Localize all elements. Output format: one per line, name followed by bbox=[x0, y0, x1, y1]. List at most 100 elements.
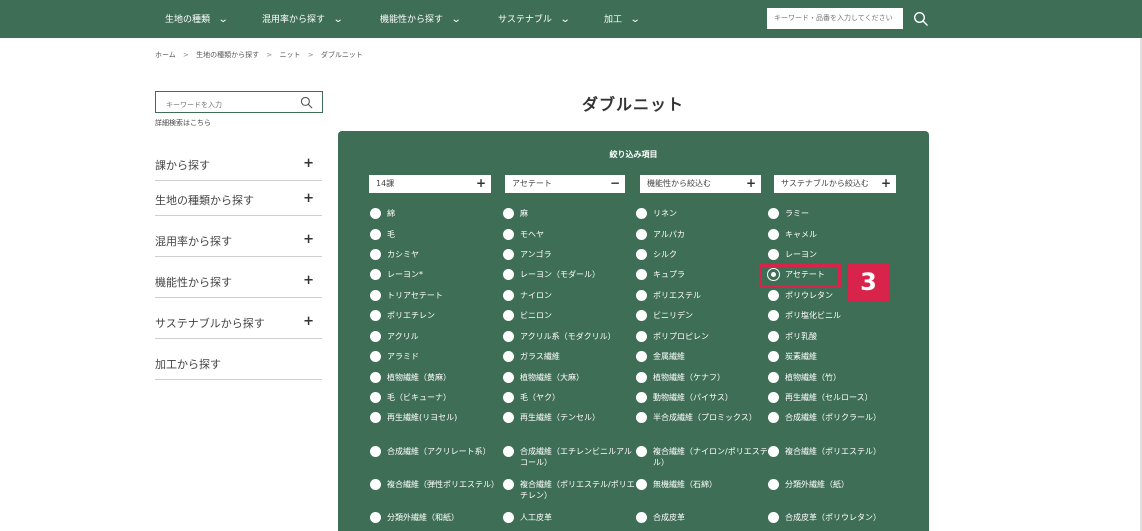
radio-icon[interactable] bbox=[768, 372, 779, 383]
radio-icon[interactable] bbox=[636, 351, 647, 362]
material-option[interactable]: ポリエチレン bbox=[370, 309, 494, 323]
material-option[interactable]: 毛（ビキューナ） bbox=[370, 391, 494, 405]
radio-icon[interactable] bbox=[370, 208, 381, 219]
material-option[interactable]: ビニリデン bbox=[636, 309, 760, 323]
radio-icon[interactable] bbox=[768, 229, 779, 240]
nav-functionality[interactable]: 機能性から探す ⌄ bbox=[380, 12, 462, 25]
material-option[interactable]: 複合繊維（ポリエステル/ポリエチレン） bbox=[503, 478, 635, 500]
nav-processing[interactable]: 加工 ⌄ bbox=[604, 12, 641, 25]
radio-icon[interactable] bbox=[768, 351, 779, 362]
radio-icon[interactable] bbox=[636, 446, 647, 457]
material-dropdown[interactable]: アセテート − bbox=[505, 175, 625, 193]
radio-icon[interactable] bbox=[768, 512, 779, 523]
material-option[interactable]: アラミド bbox=[370, 350, 494, 364]
section-dropdown[interactable]: 14課 + bbox=[369, 175, 491, 193]
radio-icon[interactable] bbox=[370, 372, 381, 383]
material-option[interactable]: カシミヤ bbox=[370, 248, 494, 262]
material-option[interactable]: 分類外繊維（和紙） bbox=[370, 511, 494, 525]
material-option[interactable]: 植物繊維（ケナフ） bbox=[636, 371, 760, 385]
material-option[interactable]: 炭素繊維 bbox=[768, 350, 892, 364]
radio-icon[interactable] bbox=[768, 331, 779, 342]
material-option[interactable]: ラミー bbox=[768, 207, 892, 221]
material-option[interactable]: 複合繊維（弾性ポリエステル） bbox=[370, 478, 499, 492]
radio-icon[interactable] bbox=[503, 290, 514, 301]
sidebar-item-section[interactable]: 課から探す + bbox=[155, 156, 322, 181]
radio-icon[interactable] bbox=[636, 512, 647, 523]
material-option[interactable]: 綿 bbox=[370, 207, 494, 221]
material-option[interactable]: 半合成繊維（プロミックス） bbox=[636, 411, 760, 425]
search-icon[interactable] bbox=[913, 11, 929, 27]
breadcrumb-knit[interactable]: ニット bbox=[279, 51, 300, 59]
sidebar-search-input[interactable] bbox=[156, 95, 286, 115]
material-option[interactable]: 毛（ヤク） bbox=[503, 391, 627, 405]
material-option[interactable]: ポリエステル bbox=[636, 289, 760, 303]
search-icon[interactable] bbox=[300, 96, 313, 109]
material-option[interactable]: キュプラ bbox=[636, 268, 760, 282]
material-option[interactable]: モヘヤ bbox=[503, 228, 627, 242]
functionality-dropdown[interactable]: 機能性から絞込む + bbox=[640, 175, 761, 193]
radio-icon[interactable] bbox=[636, 331, 647, 342]
material-option[interactable]: トリアセテート bbox=[370, 289, 494, 303]
material-option[interactable]: 複合繊維（ナイロン/ポリエステル） bbox=[636, 445, 768, 467]
radio-icon[interactable] bbox=[636, 208, 647, 219]
breadcrumb-home[interactable]: ホーム bbox=[155, 51, 176, 59]
material-option[interactable]: 合成皮革 bbox=[636, 511, 760, 525]
radio-icon[interactable] bbox=[503, 310, 514, 321]
radio-icon[interactable] bbox=[636, 290, 647, 301]
radio-icon[interactable] bbox=[636, 269, 647, 280]
material-option[interactable]: 無機繊維（石綿） bbox=[636, 478, 760, 492]
radio-icon[interactable] bbox=[503, 412, 514, 423]
material-option[interactable]: レーヨン* bbox=[370, 268, 494, 282]
material-option[interactable]: 植物繊維（竹） bbox=[768, 371, 892, 385]
radio-icon[interactable] bbox=[636, 372, 647, 383]
material-option[interactable]: アクリル系（モダクリル） bbox=[503, 330, 627, 344]
material-option[interactable]: 合成繊維（エチレンビニルアルコール） bbox=[503, 445, 632, 467]
breadcrumb-fabric-type[interactable]: 生地の種類から探す bbox=[196, 51, 259, 59]
advanced-search-link[interactable]: 詳細検索はこちら bbox=[155, 118, 211, 128]
radio-icon[interactable] bbox=[370, 512, 381, 523]
material-option[interactable]: 金属繊維 bbox=[636, 350, 760, 364]
material-option[interactable]: 麻 bbox=[503, 207, 627, 221]
material-option[interactable]: 複合繊維（ポリエステル） bbox=[768, 445, 892, 459]
radio-icon[interactable] bbox=[370, 331, 381, 342]
material-option[interactable]: ポリプロピレン bbox=[636, 330, 760, 344]
radio-icon[interactable] bbox=[503, 269, 514, 280]
material-option[interactable]: 合成皮革（ポリウレタン） bbox=[768, 511, 892, 525]
radio-icon[interactable] bbox=[503, 249, 514, 260]
radio-icon[interactable] bbox=[768, 310, 779, 321]
radio-icon[interactable] bbox=[503, 351, 514, 362]
radio-icon[interactable] bbox=[768, 290, 779, 301]
radio-icon[interactable] bbox=[636, 249, 647, 260]
radio-icon[interactable] bbox=[370, 351, 381, 362]
radio-icon[interactable] bbox=[768, 479, 779, 490]
material-option[interactable]: リネン bbox=[636, 207, 760, 221]
radio-icon[interactable] bbox=[503, 392, 514, 403]
material-option[interactable]: 再生繊維（テンセル） bbox=[503, 411, 627, 425]
radio-icon[interactable] bbox=[370, 392, 381, 403]
radio-icon[interactable] bbox=[768, 446, 779, 457]
sidebar-item-functionality[interactable]: 機能性から探す + bbox=[155, 273, 322, 298]
radio-icon[interactable] bbox=[370, 446, 381, 457]
radio-icon[interactable] bbox=[370, 229, 381, 240]
header-search-input[interactable] bbox=[767, 8, 903, 29]
material-option[interactable]: 人工皮革 bbox=[503, 511, 627, 525]
radio-icon[interactable] bbox=[370, 310, 381, 321]
radio-icon[interactable] bbox=[503, 512, 514, 523]
material-option[interactable]: 植物繊維（大麻） bbox=[503, 371, 627, 385]
material-option[interactable]: 再生繊維（セルロース） bbox=[768, 391, 892, 405]
material-option[interactable]: 毛 bbox=[370, 228, 494, 242]
material-option[interactable]: レーヨン bbox=[768, 248, 892, 262]
radio-icon[interactable] bbox=[768, 208, 779, 219]
material-option[interactable]: ビニロン bbox=[503, 309, 627, 323]
radio-icon[interactable] bbox=[370, 290, 381, 301]
material-option[interactable]: アルパカ bbox=[636, 228, 760, 242]
sidebar-item-blend-ratio[interactable]: 混用率から探す + bbox=[155, 232, 322, 257]
radio-icon[interactable] bbox=[503, 331, 514, 342]
material-option[interactable]: 合成繊維（ポリクラール） bbox=[768, 411, 892, 425]
radio-icon[interactable] bbox=[503, 208, 514, 219]
material-option[interactable]: 再生繊維(リヨセル) bbox=[370, 411, 494, 425]
material-option[interactable]: ガラス繊維 bbox=[503, 350, 627, 364]
material-option[interactable]: レーヨン（モダール） bbox=[503, 268, 627, 282]
radio-icon[interactable] bbox=[503, 372, 514, 383]
sidebar-item-processing[interactable]: 加工から探す bbox=[155, 356, 322, 380]
